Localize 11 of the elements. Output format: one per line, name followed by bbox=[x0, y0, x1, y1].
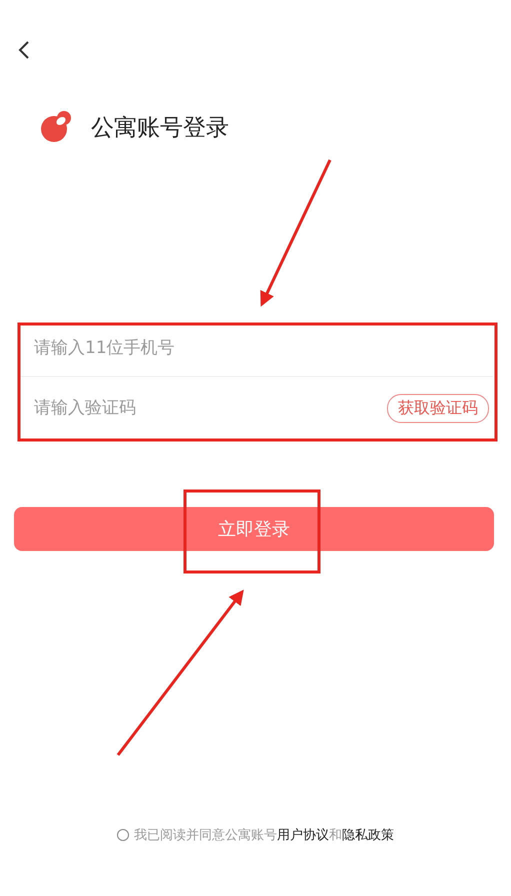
get-code-button[interactable]: 获取验证码 bbox=[387, 394, 489, 422]
agreement-text: 和 bbox=[329, 827, 342, 844]
agreement-radio[interactable] bbox=[117, 829, 129, 841]
logo-icon bbox=[39, 110, 73, 144]
back-icon[interactable] bbox=[18, 40, 30, 60]
agreement-text: 我已阅读并同意公寓账号 bbox=[134, 827, 277, 844]
privacy-policy-link[interactable]: 隐私政策 bbox=[342, 826, 394, 844]
page-title: 公寓账号登录 bbox=[91, 114, 229, 142]
code-input-field[interactable]: 请输入验证码 bbox=[32, 397, 387, 419]
phone-input-field[interactable]: 请输入11位手机号 bbox=[32, 337, 489, 359]
user-agreement-link[interactable]: 用户协议 bbox=[277, 826, 329, 844]
